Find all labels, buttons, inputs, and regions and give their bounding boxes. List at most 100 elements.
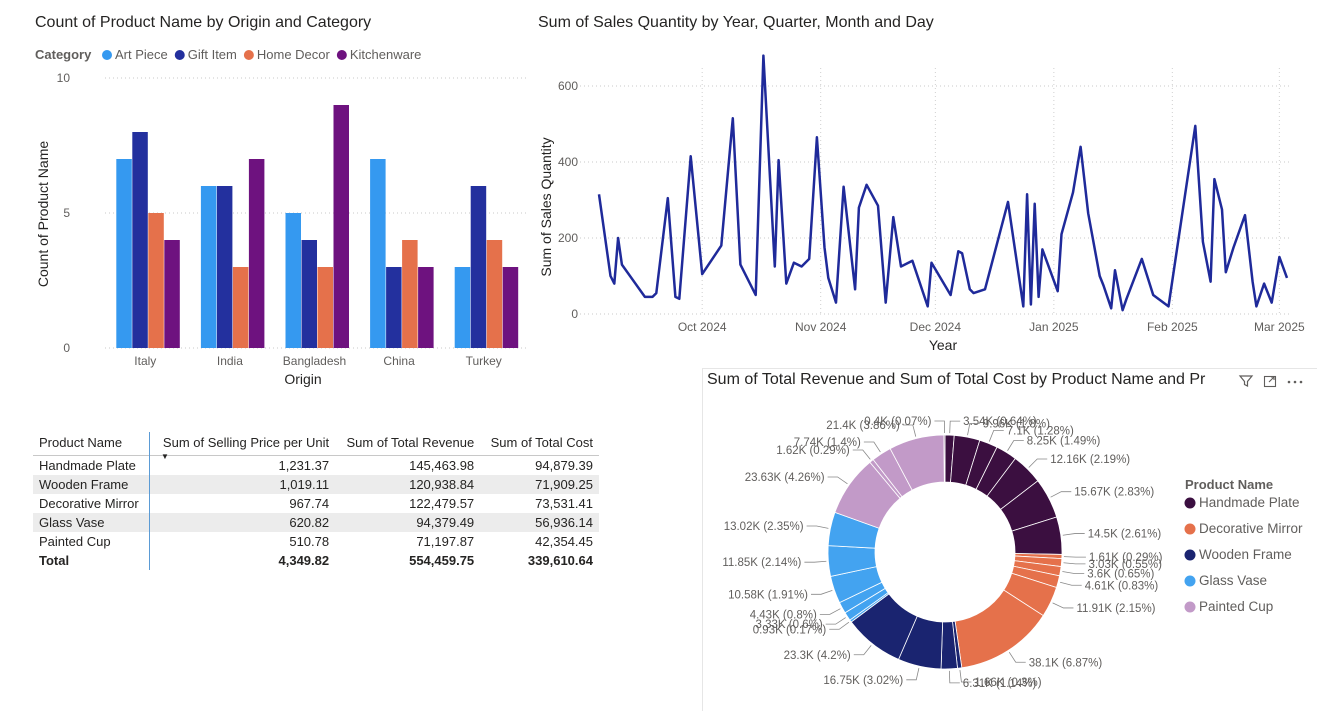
bar-chart[interactable]: Category Art Piece Gift Item Home Decor Kit…	[0, 0, 535, 400]
data-label: 23.63K (4.26%)	[745, 472, 825, 484]
focus-mode-icon[interactable]	[1262, 373, 1278, 392]
table-cell: 1,019.11	[150, 475, 336, 494]
bar[interactable]	[148, 213, 164, 348]
table-cell: 145,463.98	[335, 456, 480, 476]
leader-line	[1053, 603, 1074, 608]
bar[interactable]	[302, 240, 318, 348]
line-chart-title: Sum of Sales Quantity by Year, Quarter, …	[538, 14, 934, 32]
column-header-product-name[interactable]: Product Name	[33, 432, 150, 456]
x-tick-label: Nov 2024	[795, 320, 847, 334]
table-cell: 1,231.37	[150, 456, 336, 476]
table-row[interactable]: Wooden Frame 1,019.11 120,938.84 71,909.…	[33, 475, 599, 494]
leader-line	[989, 430, 1003, 441]
bar[interactable]	[217, 186, 233, 348]
legend-label[interactable]: Glass Vase	[1199, 573, 1267, 588]
data-label: 6.31K (1.14%)	[963, 678, 1037, 690]
bar[interactable]	[455, 267, 471, 348]
bar[interactable]	[318, 267, 334, 348]
legend-label[interactable]: Home Decor	[257, 47, 331, 62]
legend-label[interactable]: Painted Cup	[1199, 599, 1273, 614]
bar[interactable]	[233, 267, 249, 348]
legend-marker	[102, 50, 112, 60]
legend-marker	[175, 50, 185, 60]
table-cell: 620.82	[150, 513, 336, 532]
donut-legend-title: Product Name	[1185, 477, 1273, 492]
bar[interactable]	[164, 240, 180, 348]
table-cell: 42,354.45	[480, 532, 599, 551]
legend-marker	[1185, 602, 1196, 613]
line-chart[interactable]: 0200400600 Oct 2024Nov 2024Dec 2024Jan 2…	[530, 40, 1317, 360]
leader-line	[854, 645, 871, 654]
legend-label[interactable]: Handmade Plate	[1199, 495, 1300, 510]
column-header-selling-price[interactable]: Sum of Selling Price per Unit	[150, 432, 336, 456]
bar[interactable]	[418, 267, 434, 348]
leader-line	[864, 442, 881, 452]
table-cell: 120,938.84	[335, 475, 480, 494]
table-cell: 122,479.57	[335, 494, 480, 513]
bar[interactable]	[386, 267, 402, 348]
table-cell: 71,197.87	[335, 532, 480, 551]
more-options-icon[interactable]	[1286, 373, 1304, 392]
bar[interactable]	[286, 213, 302, 348]
table-cell: 967.74	[150, 494, 336, 513]
filter-icon[interactable]	[1238, 373, 1254, 392]
table-row[interactable]: Handmade Plate 1,231.37 145,463.98 94,87…	[33, 456, 599, 476]
table-cell: Handmade Plate	[33, 456, 150, 476]
donut-chart[interactable]: 3.54K (0.64%)9.96K (1.8%)7.1K (1.28%)8.2…	[702, 395, 1317, 710]
bar[interactable]	[487, 240, 503, 348]
bar[interactable]	[249, 159, 265, 348]
x-tick-label: Turkey	[466, 354, 502, 368]
table-cell: 554,459.75	[335, 551, 480, 570]
table-row[interactable]: Decorative Mirror 967.74 122,479.57 73,5…	[33, 494, 599, 513]
x-tick-label: Feb 2025	[1147, 320, 1198, 334]
table-cell: 73,531.41	[480, 494, 599, 513]
table-cell: 71,909.25	[480, 475, 599, 494]
bar[interactable]	[503, 267, 519, 348]
data-label: 13.02K (2.35%)	[724, 521, 804, 533]
x-tick-label: Oct 2024	[678, 320, 727, 334]
table-row[interactable]: Glass Vase 620.82 94,379.49 56,936.14	[33, 513, 599, 532]
data-label: 8.25K (1.49%)	[1027, 436, 1101, 448]
sales-quantity-line[interactable]	[599, 56, 1287, 311]
leader-line	[1062, 572, 1084, 574]
column-header-total-revenue[interactable]: Sum of Total Revenue	[335, 432, 480, 456]
table-cell: 94,879.39	[480, 456, 599, 476]
bar[interactable]	[116, 159, 132, 348]
bar[interactable]	[402, 240, 418, 348]
legend-label[interactable]: Wooden Frame	[1199, 547, 1292, 562]
table-cell: Decorative Mirror	[33, 494, 150, 513]
table-total-row: Total 4,349.82 554,459.75 339,610.64	[33, 551, 599, 570]
bar[interactable]	[132, 132, 148, 348]
data-label: 3.6K (0.65%)	[1087, 568, 1154, 580]
legend-label[interactable]: Kitchenware	[350, 47, 422, 62]
visual-header-icons	[1238, 373, 1304, 392]
bar[interactable]	[201, 186, 217, 348]
leader-line	[826, 618, 846, 625]
legend-label[interactable]: Gift Item	[188, 47, 237, 62]
bar[interactable]	[370, 159, 386, 348]
product-summary-table[interactable]: Product Name Sum of Selling Price per Un…	[33, 432, 599, 570]
y-tick-label: 5	[63, 206, 70, 220]
table-row[interactable]: Painted Cup 510.78 71,197.87 42,354.45	[33, 532, 599, 551]
data-label: 11.85K (2.14%)	[722, 557, 801, 569]
y-tick-label: 10	[57, 71, 71, 85]
x-tick-label: Italy	[134, 354, 156, 368]
data-label: 12.16K (2.19%)	[1050, 454, 1130, 466]
donut-chart-title: Sum of Total Revenue and Sum of Total Co…	[707, 371, 1237, 389]
bar-legend-title: Category	[35, 47, 92, 62]
bar[interactable]	[334, 105, 350, 348]
leader-line	[1064, 563, 1086, 564]
legend-label[interactable]: Decorative Mirror	[1199, 521, 1303, 536]
leader-line	[1060, 582, 1082, 585]
table-cell: Total	[33, 551, 150, 570]
legend-marker	[1185, 576, 1196, 587]
sort-descending-icon[interactable]: ▼	[161, 452, 169, 461]
x-tick-label: Jan 2025	[1029, 320, 1079, 334]
column-header-total-cost[interactable]: Sum of Total Cost	[480, 432, 599, 456]
legend-label[interactable]: Art Piece	[115, 47, 168, 62]
bar[interactable]	[471, 186, 487, 348]
donut-slice[interactable]	[944, 435, 945, 482]
table-cell: Wooden Frame	[33, 475, 150, 494]
data-label: 0.4K (0.07%)	[864, 416, 931, 428]
legend-marker	[1185, 550, 1196, 561]
